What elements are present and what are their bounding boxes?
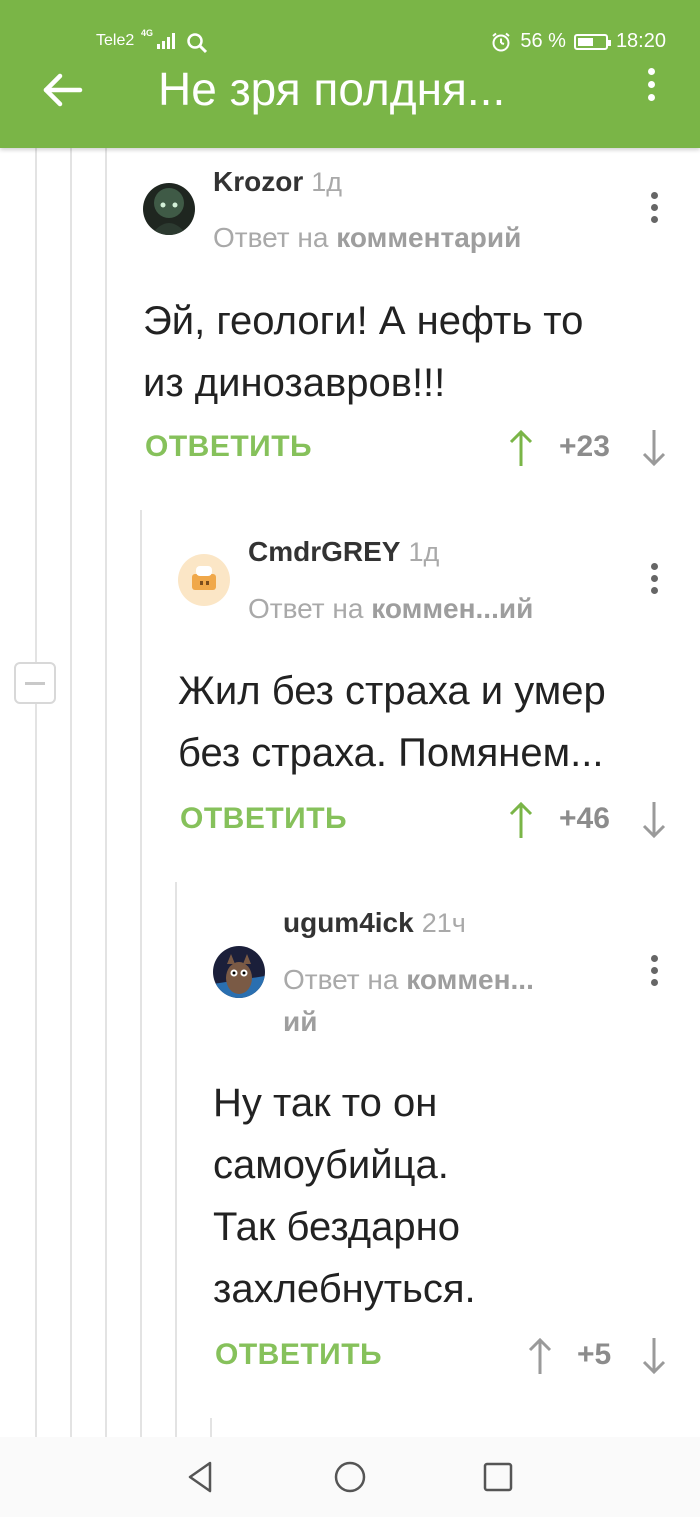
score: +5 xyxy=(577,1338,612,1371)
reply-target-link[interactable]: коммен... xyxy=(406,964,534,995)
nav-recents-icon[interactable] xyxy=(480,1459,516,1495)
thread-line xyxy=(210,1418,212,1437)
username-text[interactable]: Krozor xyxy=(213,166,303,197)
status-right: 56 % 18:20 xyxy=(490,30,666,53)
collapse-thread-button[interactable] xyxy=(14,662,56,704)
upvote-icon[interactable] xyxy=(508,800,534,840)
score: +23 xyxy=(559,430,610,463)
comment-text-line: Так бездарно xyxy=(213,1205,460,1249)
avatar[interactable] xyxy=(213,946,265,998)
downvote-icon[interactable] xyxy=(641,800,667,840)
avatar[interactable] xyxy=(143,183,195,235)
username-text[interactable]: CmdrGREY xyxy=(248,536,400,567)
downvote-icon[interactable] xyxy=(641,1336,667,1376)
comment-username[interactable]: CmdrGREY 1д xyxy=(248,536,439,568)
score: +46 xyxy=(559,802,610,835)
reply-target-link[interactable]: комментарий xyxy=(336,222,521,253)
thread-line xyxy=(105,148,107,1437)
avatar[interactable] xyxy=(178,554,230,606)
thread-line xyxy=(35,704,37,1437)
reply-to-line: Ответ на коммен...ий xyxy=(248,588,533,630)
nav-home-icon[interactable] xyxy=(332,1459,368,1495)
comment-time: 1д xyxy=(311,167,343,197)
downvote-icon[interactable] xyxy=(641,428,667,468)
comment-username[interactable]: ugum4ick 21ч xyxy=(283,907,466,939)
comment-text: Эй, геологи! А нефть то из динозавров!!! xyxy=(143,290,663,414)
reply-button[interactable]: ОТВЕТИТЬ xyxy=(215,1338,382,1372)
upvote-icon[interactable] xyxy=(527,1336,553,1376)
reply-button[interactable]: ОТВЕТИТЬ xyxy=(145,430,312,464)
system-nav-bar xyxy=(0,1437,700,1517)
battery-percent: 56 % xyxy=(520,30,566,52)
back-arrow-icon[interactable] xyxy=(40,66,88,114)
page-title: Не зря полдня... xyxy=(158,63,506,115)
reply-to-line: Ответ на коммен... ий xyxy=(283,959,534,1043)
comment-text-line: Ну так то он xyxy=(213,1081,438,1125)
battery-icon xyxy=(573,33,611,50)
nav-back-icon[interactable] xyxy=(182,1459,218,1495)
reply-prefix: Ответ на xyxy=(213,222,329,253)
reply-target-link[interactable]: коммен...ий xyxy=(371,593,533,624)
comment-text-line: из динозавров!!! xyxy=(143,361,446,405)
alarm-icon xyxy=(492,32,510,51)
upvote-icon[interactable] xyxy=(508,428,534,468)
app-header: Tele2 4G 56 % 18:20 Не зря полдня... xyxy=(0,0,700,148)
comment-text-line: без страха. Помянем... xyxy=(178,731,604,775)
comment-text: Жил без страха и умер без страха. Помяне… xyxy=(178,660,678,784)
thread-line xyxy=(140,510,142,1437)
search-icon xyxy=(187,33,208,54)
username-text[interactable]: ugum4ick xyxy=(283,907,414,938)
thread-line xyxy=(70,148,72,1437)
carrier-label: Tele2 xyxy=(96,32,135,49)
reply-to-line: Ответ на комментарий xyxy=(213,217,521,259)
comment-text-line: Эй, геологи! А нефть то xyxy=(143,299,584,343)
thread-line xyxy=(35,148,37,662)
reply-target-link[interactable]: ий xyxy=(283,1006,317,1037)
reply-prefix: Ответ на xyxy=(248,593,364,624)
thread-line xyxy=(175,882,177,1437)
clock: 18:20 xyxy=(615,30,666,52)
comment-text-line: самоубийца. xyxy=(213,1143,449,1187)
more-options-icon[interactable] xyxy=(636,68,666,112)
comment-text-line: захлебнуться. xyxy=(213,1267,476,1311)
reply-button[interactable]: ОТВЕТИТЬ xyxy=(180,802,347,836)
reply-prefix: Ответ на xyxy=(283,964,399,995)
comment-username[interactable]: Krozor 1д xyxy=(213,166,342,198)
status-bar: Tele2 4G 56 % 18:20 xyxy=(0,28,700,60)
comment-menu-icon[interactable] xyxy=(649,955,659,991)
comment-menu-icon[interactable] xyxy=(649,563,659,599)
comment-menu-icon[interactable] xyxy=(649,192,659,228)
signal-icon xyxy=(157,33,177,49)
comment-time: 1д xyxy=(408,537,440,567)
comment-time: 21ч xyxy=(421,908,466,938)
comment-text-line: Жил без страха и умер xyxy=(178,669,606,713)
network-type: 4G xyxy=(141,28,154,38)
comment-text: Ну так то он самоубийца. Так бездарно за… xyxy=(213,1072,673,1320)
